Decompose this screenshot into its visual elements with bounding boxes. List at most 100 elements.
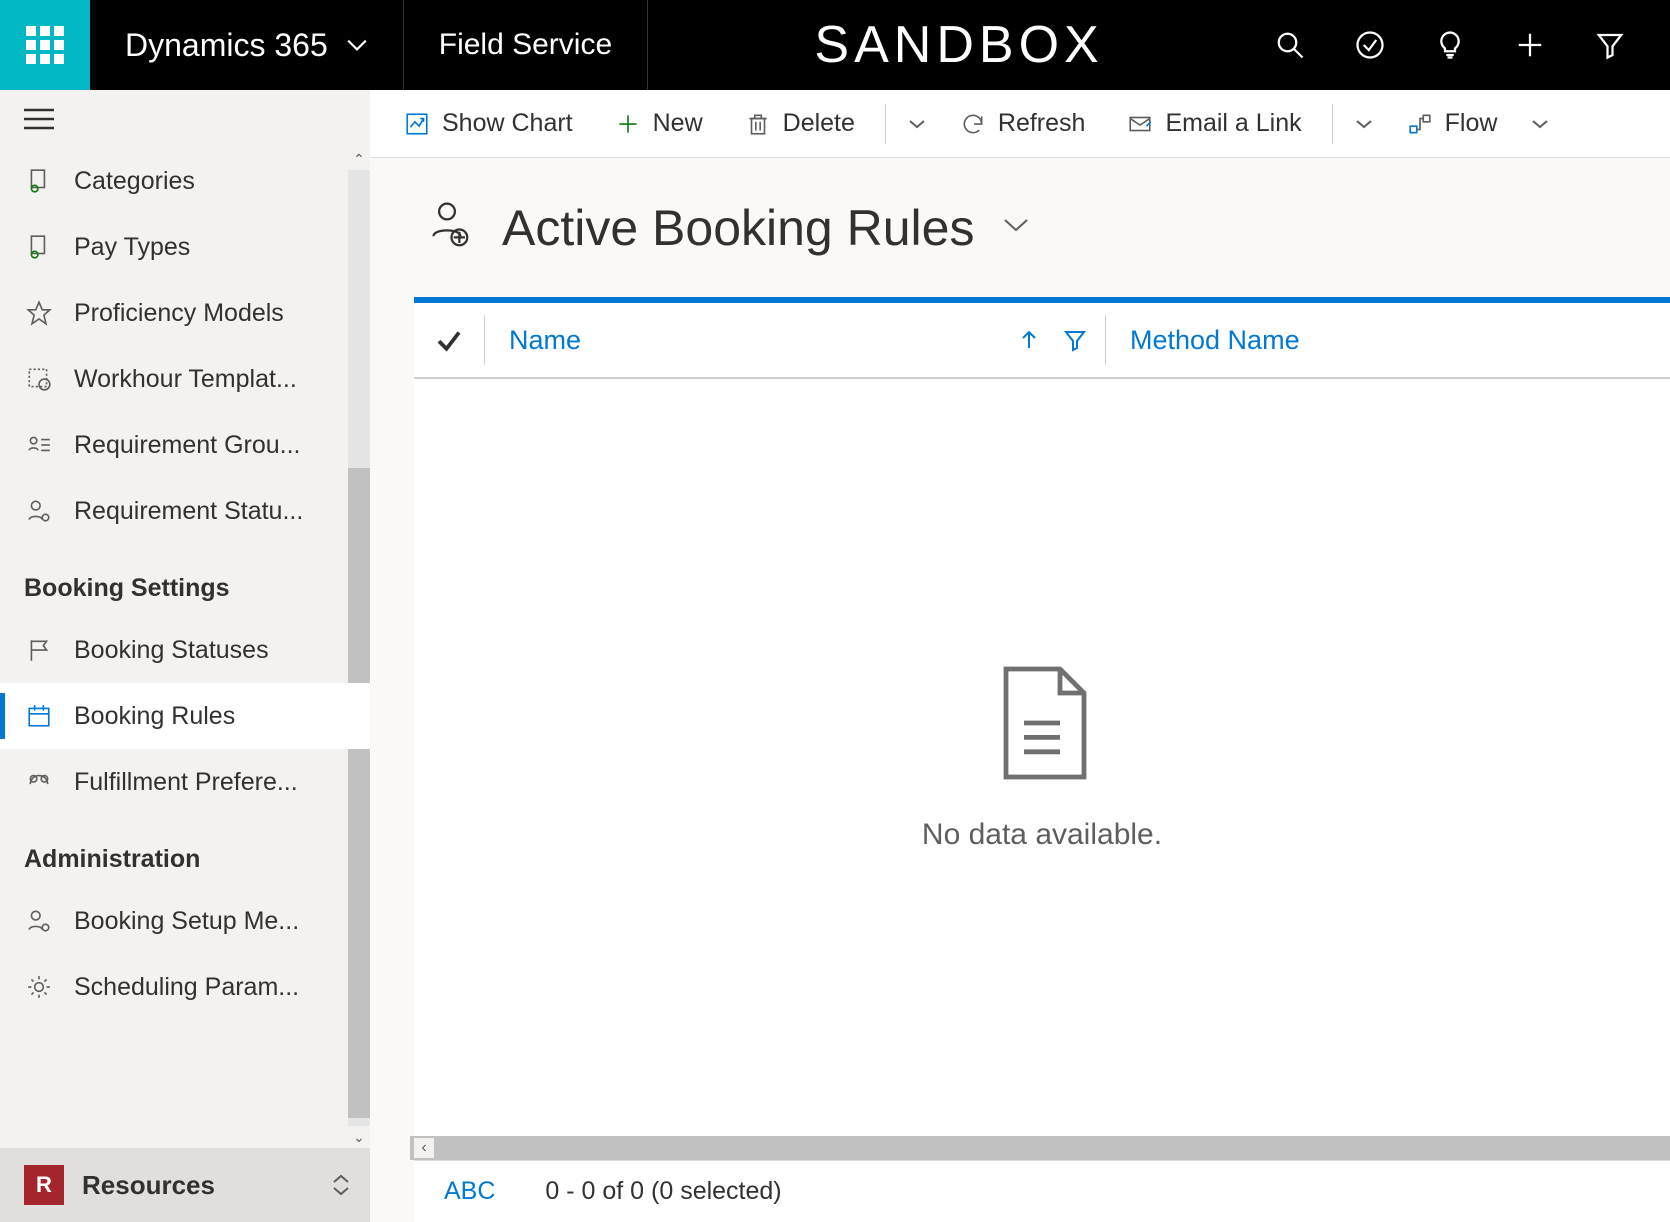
sidebar-item-booking-statuses[interactable]: Booking Statuses [0,617,370,683]
sidebar-nav: ⌃ ⌄ Categories Pay Types Proficiency Mod… [0,148,370,1148]
view-entity-icon [420,198,474,257]
document-icon [992,663,1092,788]
cmd-label: New [653,109,703,138]
sidebar-item-label: Requirement Statu... [74,497,303,526]
sidebar-item-proficiency-models[interactable]: Proficiency Models [0,280,370,346]
sidebar-item-booking-setup-metadata[interactable]: Booking Setup Me... [0,888,370,954]
new-button[interactable]: New [597,99,721,149]
select-all-checkbox[interactable] [414,325,484,355]
sidebar-item-label: Proficiency Models [74,299,284,328]
column-header-name[interactable]: Name [485,325,1105,356]
sidebar-item-label: Booking Statuses [74,636,269,665]
body: ⌃ ⌄ Categories Pay Types Proficiency Mod… [0,90,1670,1222]
chart-icon [404,111,430,137]
email-link-button[interactable]: Email a Link [1109,99,1319,149]
data-grid: Name Method Name No data available. [414,297,1670,1222]
task-button[interactable] [1350,25,1390,65]
scrollbar-thumb[interactable] [348,468,370,1118]
scrollbar-track[interactable]: ⌃ ⌄ [348,148,370,1148]
main-content: Show Chart New Delete Refresh Email a Li… [370,90,1670,1222]
refresh-button[interactable]: Refresh [942,99,1104,149]
sidebar-item-booking-rules[interactable]: Booking Rules [0,683,370,749]
area-switcher-chevrons [332,1174,350,1196]
sidebar: ⌃ ⌄ Categories Pay Types Proficiency Mod… [0,90,370,1222]
app-name-label: Dynamics 365 [125,27,328,64]
search-button[interactable] [1270,25,1310,65]
empty-text: No data available. [922,818,1162,852]
record-count-text: 0 - 0 of 0 (0 selected) [545,1177,781,1206]
email-icon [1127,111,1153,137]
sidebar-group-administration: Administration [0,815,370,888]
environment-label: SANDBOX [648,0,1270,90]
app-name-dropdown[interactable]: Dynamics 365 [90,0,403,90]
flow-icon [1407,111,1433,137]
sidebar-item-requirement-statuses[interactable]: Requirement Statu... [0,478,370,544]
chevron-down-icon [1002,216,1030,234]
delete-split-button[interactable] [898,118,936,130]
trash-icon [745,111,771,137]
document-person-icon [24,166,54,196]
grid-header-row: Name Method Name [414,303,1670,379]
chevron-down-icon [346,38,368,52]
sidebar-item-label: Requirement Grou... [74,431,301,460]
grid-status-bar: ABC 0 - 0 of 0 (0 selected) [414,1160,1670,1222]
sidebar-item-label: Booking Setup Me... [74,907,299,936]
jump-bar-toggle[interactable]: ABC [444,1177,495,1206]
chevron-down-icon [332,1186,350,1196]
refresh-icon [960,111,986,137]
funnel-icon [1595,30,1625,60]
delete-button[interactable]: Delete [727,99,873,149]
sidebar-item-scheduling-parameters[interactable]: Scheduling Param... [0,954,370,1020]
view-title: Active Booking Rules [502,199,974,257]
chevron-down-icon [1531,118,1549,130]
flow-button[interactable]: Flow [1389,99,1516,149]
filter-icon[interactable] [1063,328,1087,352]
calendar-clock-icon [24,364,54,394]
sidebar-item-requirement-groups[interactable]: Requirement Grou... [0,412,370,478]
sidebar-item-workhour-templates[interactable]: Workhour Templat... [0,346,370,412]
area-label: Resources [82,1170,215,1201]
flow-split-button[interactable] [1521,118,1559,130]
person-gear-icon [24,906,54,936]
calendar-icon [24,701,54,731]
app-launcher-button[interactable] [0,0,90,90]
search-icon [1275,30,1305,60]
area-switcher[interactable]: R Resources [0,1148,370,1222]
checkmark-icon [434,325,464,355]
sidebar-toggle-button[interactable] [0,90,370,148]
view-selector-dropdown[interactable] [1002,216,1030,239]
column-header-method-name[interactable]: Method Name [1106,325,1324,356]
star-icon [24,298,54,328]
horizontal-scrollbar[interactable]: ‹ [410,1136,1670,1160]
waffle-icon [26,26,64,64]
add-button[interactable] [1510,25,1550,65]
scroll-up-arrow[interactable]: ⌃ [348,148,370,170]
grid-empty-state: No data available. [414,379,1670,1136]
plus-icon [615,111,641,137]
sidebar-item-label: Booking Rules [74,702,235,731]
show-chart-button[interactable]: Show Chart [386,99,591,149]
sidebar-item-categories[interactable]: Categories [0,148,370,214]
filter-button[interactable] [1590,25,1630,65]
sidebar-item-fulfillment-preferences[interactable]: Fulfillment Prefere... [0,749,370,815]
cmd-label: Email a Link [1165,109,1301,138]
cmd-label: Delete [783,109,855,138]
sidebar-item-label: Workhour Templat... [74,365,297,394]
sort-ascending-icon[interactable] [1017,328,1041,352]
column-sort-filter [1017,328,1087,352]
plus-icon [1515,30,1545,60]
sidebar-item-label: Scheduling Param... [74,973,299,1002]
sidebar-item-label: Pay Types [74,233,190,262]
column-label: Method Name [1130,325,1300,356]
module-label: Field Service [439,28,612,62]
email-link-split-button[interactable] [1345,118,1383,130]
scroll-down-arrow[interactable]: ⌄ [348,1126,370,1148]
gear-icon [24,972,54,1002]
help-button[interactable] [1430,25,1470,65]
module-name[interactable]: Field Service [404,0,647,90]
sidebar-item-pay-types[interactable]: Pay Types [0,214,370,280]
scroll-left-arrow[interactable]: ‹ [414,1138,434,1158]
cmd-label: Show Chart [442,109,573,138]
sidebar-group-booking-settings: Booking Settings [0,544,370,617]
cmd-label: Flow [1445,109,1498,138]
